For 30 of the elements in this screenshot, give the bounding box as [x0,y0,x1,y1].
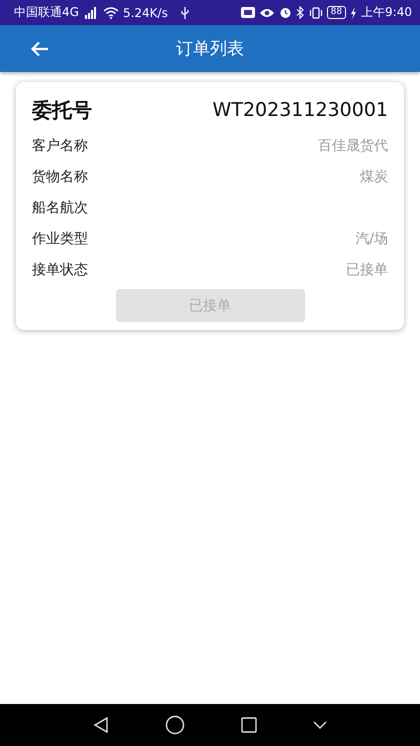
back-icon[interactable] [92,716,110,734]
charging-icon [350,6,358,18]
home-icon[interactable] [165,715,186,735]
field-value: 汽/场 [355,230,388,248]
recent-apps-icon[interactable] [240,717,257,733]
field-label: 货物名称 [32,168,88,186]
field-value: 已接单 [346,260,388,278]
page-title: 订单列表 [176,38,244,60]
network-speed-text: 5.24K/s [122,6,168,20]
clock-text: 上午9:40 [361,4,412,21]
field-label: 作业类型 [32,230,88,248]
bluetooth-icon [296,6,305,19]
alarm-icon [278,6,292,19]
order-number-value: WT202311230001 [212,99,388,121]
vibrate-icon [308,6,323,18]
usb-icon [180,6,190,18]
eye-icon [258,8,275,18]
field-value: 煤炭 [360,168,388,186]
field-label: 客户名称 [32,136,88,154]
battery-level-text: 88 [326,6,346,19]
back-arrow-icon[interactable] [31,41,49,57]
carrier-text: 中国联通4G [14,4,79,21]
hd-icon [240,7,255,18]
signal-icon [82,6,99,18]
field-label: 接单状态 [32,260,88,278]
hide-keyboard-icon[interactable] [312,720,328,730]
wifi-icon [102,6,119,18]
order-number-label: 委托号 [32,96,92,124]
field-label: 船名航次 [32,198,88,216]
field-value: 百佳晟货代 [318,136,388,154]
